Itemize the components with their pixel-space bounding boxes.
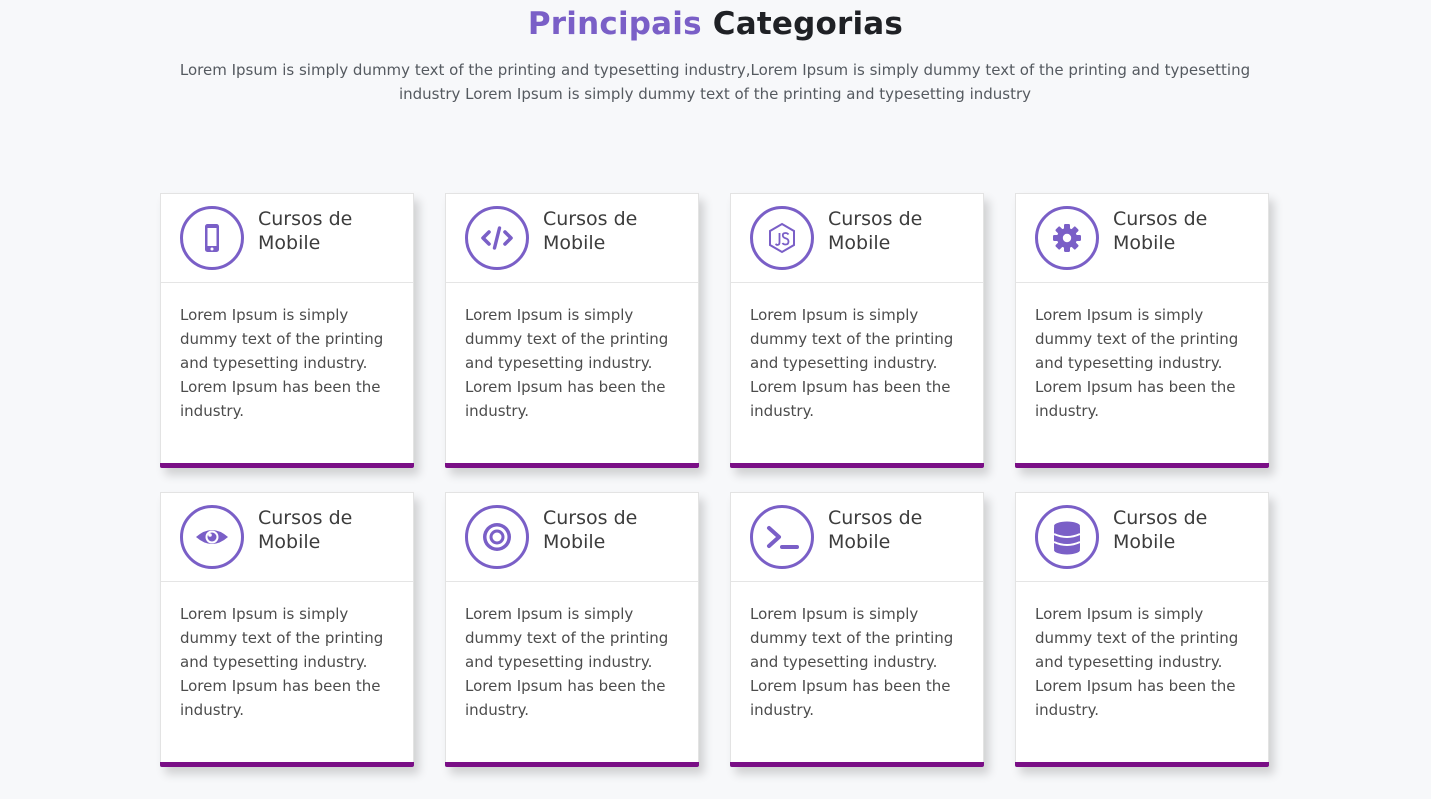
card-description: Lorem Ipsum is simply dummy text of the … <box>750 605 954 719</box>
card-description: Lorem Ipsum is simply dummy text of the … <box>180 605 384 719</box>
card-description: Lorem Ipsum is simply dummy text of the … <box>465 605 669 719</box>
category-card-mobile[interactable]: Cursos de Mobile Lorem Ipsum is simply d… <box>160 193 414 468</box>
page-title-accent: Principais <box>527 6 702 42</box>
card-title: Cursos de Mobile <box>1113 208 1208 254</box>
card-title: Cursos de Mobile <box>543 507 638 553</box>
card-header: Cursos de Mobile <box>731 493 983 582</box>
card-description: Lorem Ipsum is simply dummy text of the … <box>1035 605 1239 719</box>
category-card-code[interactable]: Cursos de Mobile Lorem Ipsum is simply d… <box>445 193 699 468</box>
card-title: Cursos de Mobile <box>258 208 353 254</box>
card-title: Cursos de Mobile <box>258 507 353 553</box>
card-description: Lorem Ipsum is simply dummy text of the … <box>750 306 954 420</box>
eye-icon <box>180 505 244 569</box>
card-description: Lorem Ipsum is simply dummy text of the … <box>180 306 384 420</box>
card-header: Cursos de Mobile <box>446 493 698 582</box>
category-card-database[interactable]: Cursos de Mobile Lorem Ipsum is simply d… <box>1015 492 1269 767</box>
code-icon <box>465 206 529 270</box>
card-title: Cursos de Mobile <box>828 507 923 553</box>
card-title: Cursos de Mobile <box>1113 507 1208 553</box>
card-header: Cursos de Mobile <box>1016 194 1268 283</box>
category-card-settings[interactable]: Cursos de Mobile Lorem Ipsum is simply d… <box>1015 193 1269 468</box>
card-header: Cursos de Mobile <box>731 194 983 283</box>
section-description: Lorem Ipsum is simply dummy text of the … <box>179 61 1251 103</box>
card-description: Lorem Ipsum is simply dummy text of the … <box>1035 306 1239 420</box>
terminal-icon <box>750 505 814 569</box>
card-header: Cursos de Mobile <box>161 493 413 582</box>
category-card-terminal[interactable]: Cursos de Mobile Lorem Ipsum is simply d… <box>730 492 984 767</box>
card-header: Cursos de Mobile <box>1016 493 1268 582</box>
card-header: Cursos de Mobile <box>161 194 413 283</box>
page-title: Principais Categorias <box>0 4 1431 44</box>
target-icon <box>465 505 529 569</box>
page-title-rest: Categorias <box>712 6 904 42</box>
nodejs-icon <box>750 206 814 270</box>
category-card-nodejs[interactable]: Cursos de Mobile Lorem Ipsum is simply d… <box>730 193 984 468</box>
gear-icon <box>1035 206 1099 270</box>
card-title: Cursos de Mobile <box>543 208 638 254</box>
mobile-phone-icon <box>180 206 244 270</box>
category-card-view[interactable]: Cursos de Mobile Lorem Ipsum is simply d… <box>160 492 414 767</box>
category-card-target[interactable]: Cursos de Mobile Lorem Ipsum is simply d… <box>445 492 699 767</box>
card-title: Cursos de Mobile <box>828 208 923 254</box>
card-header: Cursos de Mobile <box>446 194 698 283</box>
card-description: Lorem Ipsum is simply dummy text of the … <box>465 306 669 420</box>
database-icon <box>1035 505 1099 569</box>
